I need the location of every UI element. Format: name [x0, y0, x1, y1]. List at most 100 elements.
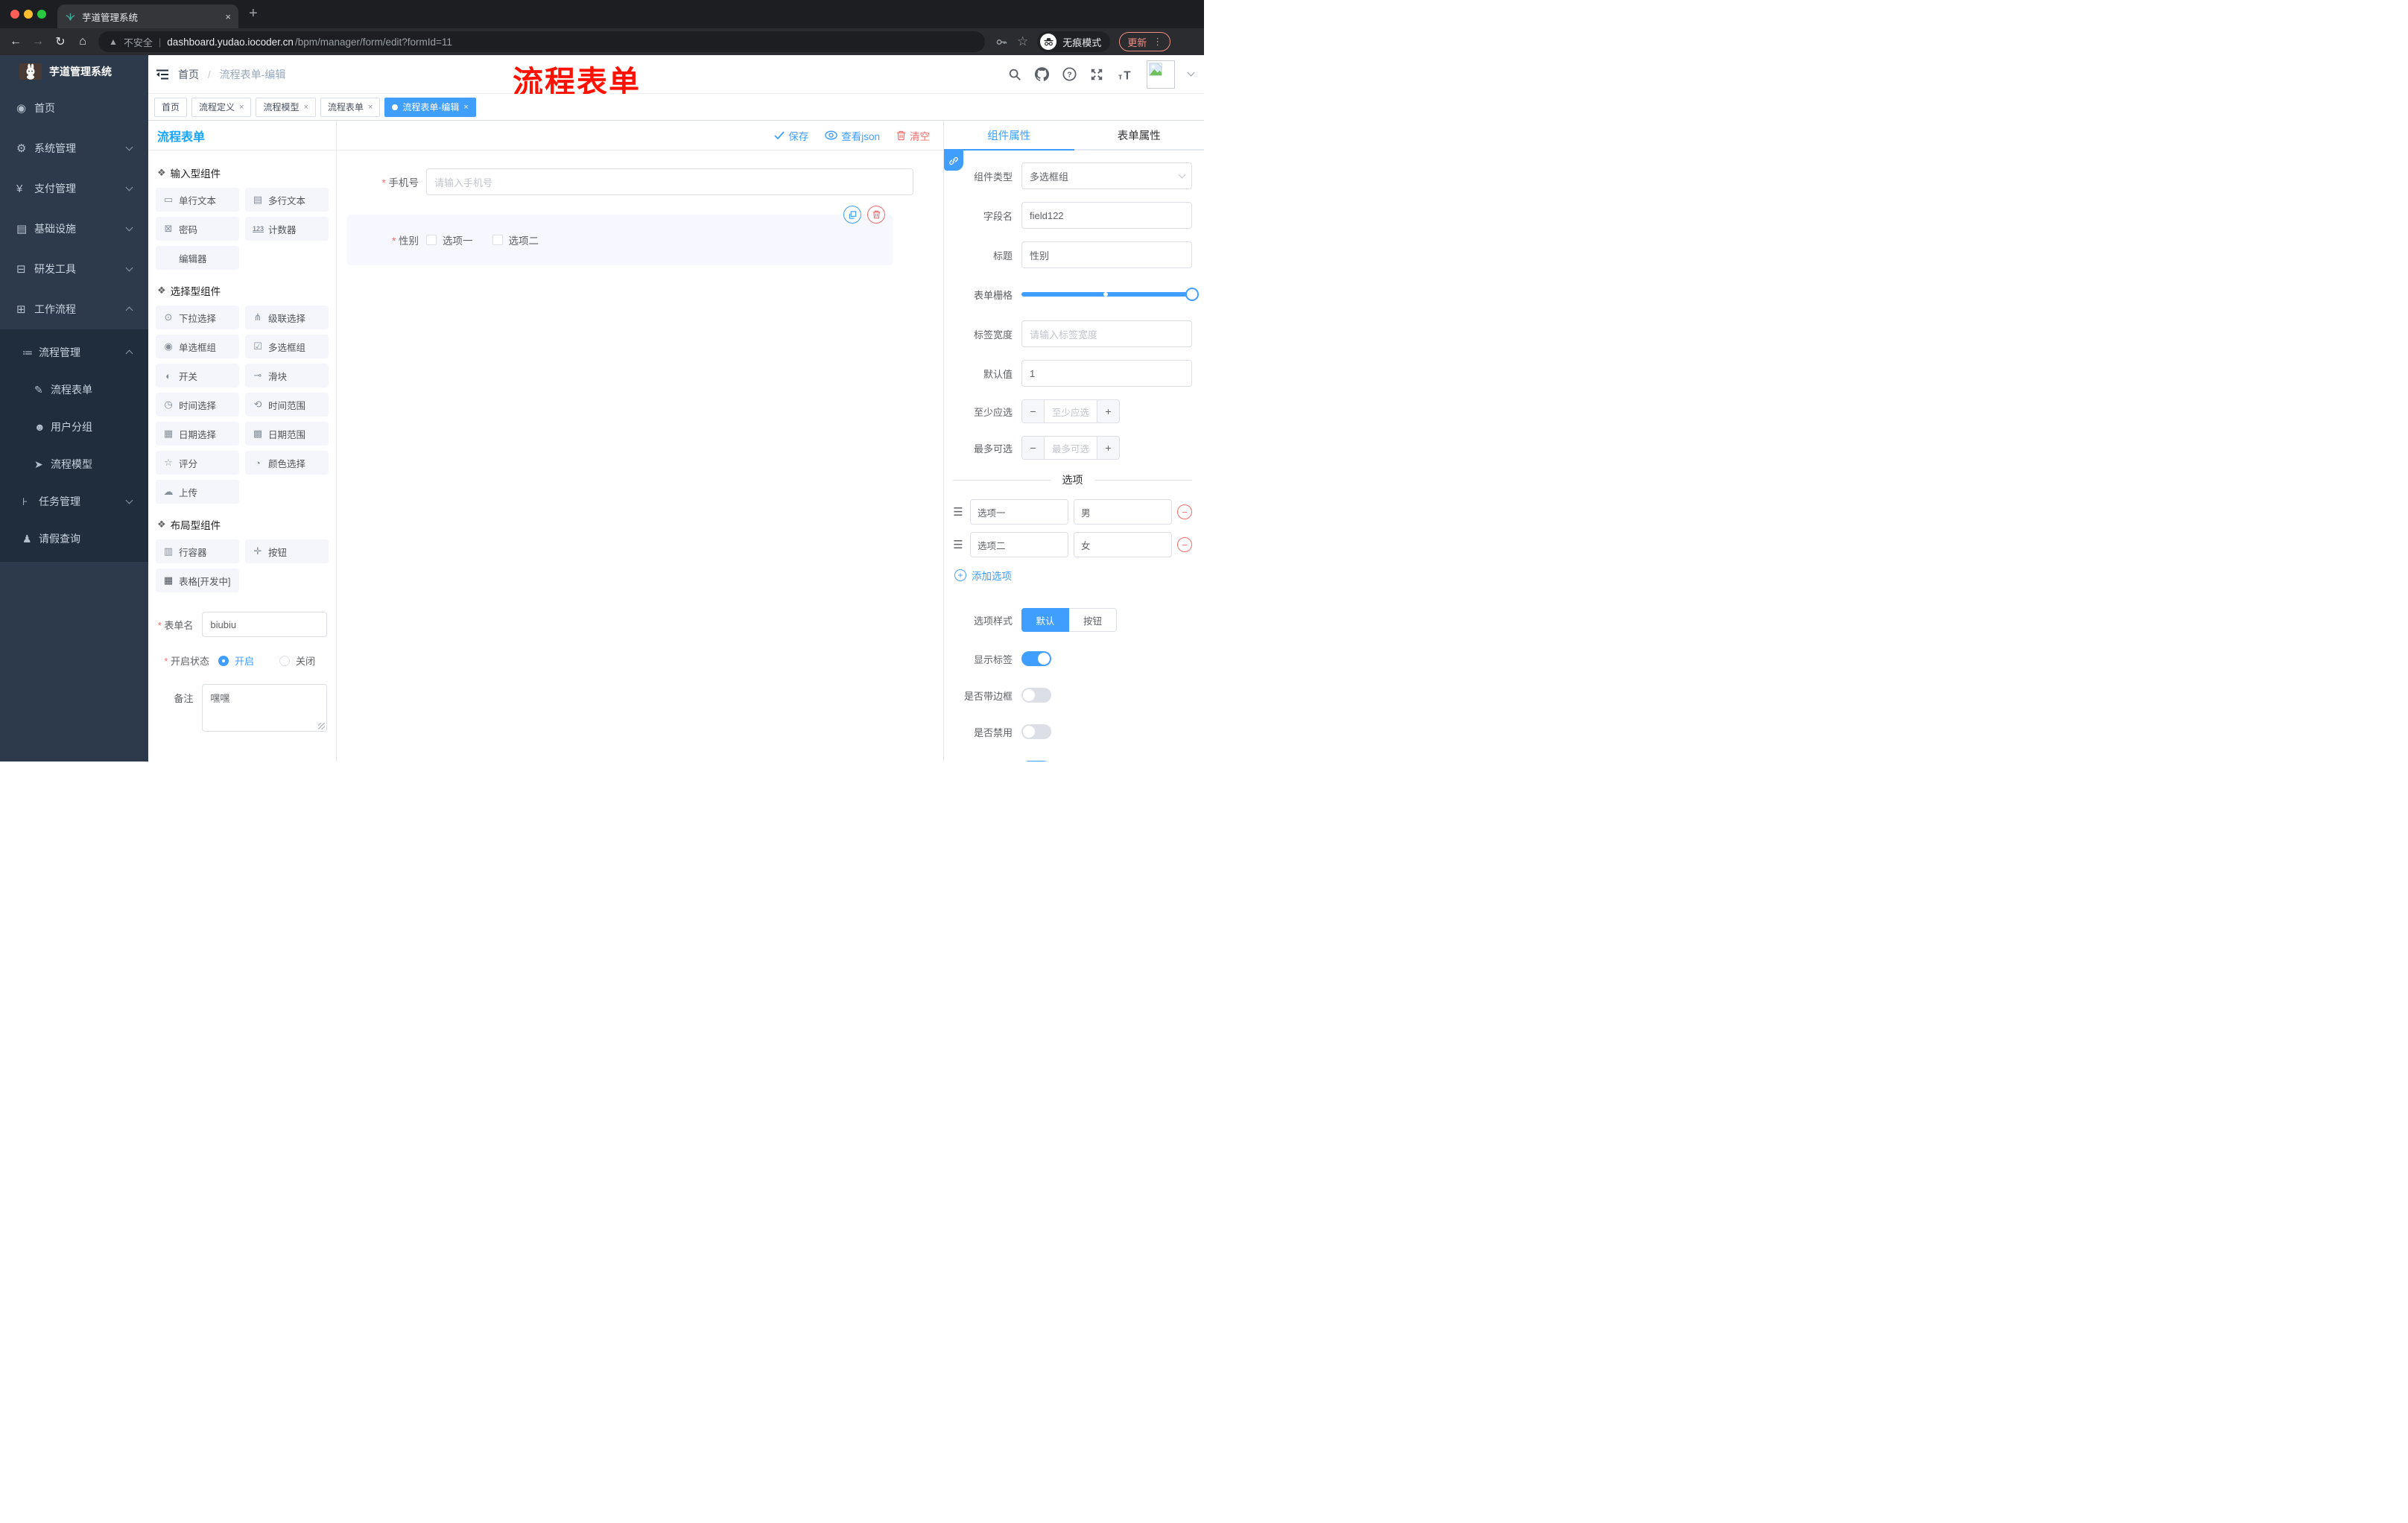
min-select-input[interactable]: 至少应选: [1045, 400, 1097, 422]
palette-item-textarea[interactable]: ▤ 多行文本: [245, 188, 329, 212]
form-name-input[interactable]: biubiu: [202, 612, 327, 637]
grid-slider[interactable]: [1021, 281, 1199, 308]
disabled-switch[interactable]: [1021, 724, 1051, 739]
tag-close-icon[interactable]: ×: [368, 103, 373, 112]
show-label-switch[interactable]: [1021, 651, 1051, 666]
sidebar-item-leave-query[interactable]: ♟ 请假查询: [0, 520, 148, 557]
tag-process-form[interactable]: 流程表单 ×: [320, 97, 381, 117]
reload-icon[interactable]: ↻: [49, 34, 72, 49]
style-default-button[interactable]: 默认: [1021, 608, 1069, 632]
window-minimize-button[interactable]: [24, 10, 33, 19]
browser-update-button[interactable]: 更新 ⋮: [1119, 32, 1171, 51]
browser-menu-kebab-icon[interactable]: ⋮: [1153, 36, 1162, 48]
clear-button[interactable]: 清空: [896, 128, 930, 143]
palette-item-switch[interactable]: ◐ 开关: [156, 364, 239, 387]
palette-item-radio-group[interactable]: ◉ 单选框组: [156, 335, 239, 358]
window-close-button[interactable]: [10, 10, 19, 19]
option-label-input[interactable]: 选项一: [970, 499, 1068, 525]
tab-form-props[interactable]: 表单属性: [1074, 121, 1205, 149]
sidebar-item-infra[interactable]: ▤ 基础设施: [0, 209, 148, 249]
sidebar-item-devtools[interactable]: ⊟ 研发工具: [0, 249, 148, 289]
sidebar-item-process-mgmt[interactable]: ≔ 流程管理: [0, 334, 148, 371]
max-select-input[interactable]: 最多可选: [1045, 437, 1097, 459]
component-type-select[interactable]: 多选框组: [1021, 162, 1192, 189]
default-value-input[interactable]: 1: [1021, 360, 1192, 387]
tag-process-model[interactable]: 流程模型 ×: [256, 97, 316, 117]
palette-item-upload[interactable]: ☁ 上传: [156, 480, 239, 504]
palette-item-table[interactable]: ▦ 表格[开发中]: [156, 569, 239, 592]
radio-off[interactable]: [279, 655, 291, 666]
phone-input[interactable]: 请输入手机号: [426, 168, 913, 195]
new-tab-button[interactable]: +: [249, 6, 258, 21]
field-name-input[interactable]: field122: [1021, 202, 1192, 229]
decrease-button[interactable]: −: [1022, 437, 1045, 459]
fullscreen-icon[interactable]: [1090, 68, 1103, 81]
security-label[interactable]: 不安全: [124, 35, 153, 49]
browser-tab[interactable]: 芋道管理系统 ×: [57, 4, 238, 28]
tag-close-icon[interactable]: ×: [239, 103, 244, 112]
palette-item-select[interactable]: ⊙ 下拉选择: [156, 305, 239, 329]
sidebar-item-system[interactable]: ⚙ 系统管理: [0, 128, 148, 168]
field-phone[interactable]: 手机号 请输入手机号: [358, 168, 913, 195]
with-border-switch[interactable]: [1021, 688, 1051, 703]
copy-field-button[interactable]: [843, 206, 861, 224]
view-json-button[interactable]: 查看json: [825, 128, 880, 143]
slider-track[interactable]: [1021, 288, 1199, 301]
sidebar-item-process-form[interactable]: ✎ 流程表单: [0, 371, 148, 408]
remove-option-button[interactable]: −: [1177, 537, 1192, 552]
label-width-input[interactable]: 请输入标签宽度: [1021, 320, 1192, 347]
palette-item-rate[interactable]: ☆ 评分: [156, 451, 239, 475]
address-bar[interactable]: ▲ 不安全 | dashboard.yudao.iocoder.cn/bpm/m…: [98, 31, 985, 52]
remove-option-button[interactable]: −: [1177, 504, 1192, 519]
increase-button[interactable]: +: [1097, 400, 1119, 422]
drag-handle-icon[interactable]: ☰: [951, 538, 965, 551]
help-icon[interactable]: ?: [1062, 67, 1077, 81]
palette-item-time-range[interactable]: ⟲ 时间范围: [245, 393, 329, 417]
forward-icon[interactable]: →: [27, 35, 49, 48]
form-remark-textarea[interactable]: 嘿嘿: [202, 684, 327, 732]
sidebar-item-workflow[interactable]: ⊞ 工作流程: [0, 289, 148, 329]
search-icon[interactable]: [1008, 68, 1021, 81]
key-icon[interactable]: [995, 36, 1008, 48]
window-zoom-button[interactable]: [37, 10, 46, 19]
avatar-caret-icon[interactable]: [1187, 69, 1195, 77]
increase-button[interactable]: +: [1097, 437, 1119, 459]
sidebar-item-process-model[interactable]: ➤ 流程模型: [0, 446, 148, 483]
sidebar-item-user-group[interactable]: ☻ 用户分组: [0, 408, 148, 446]
option-value-input[interactable]: 男: [1074, 499, 1172, 525]
field-gender-selected[interactable]: 性别 选项一 选项二: [347, 206, 893, 265]
sidebar-item-task-mgmt[interactable]: ⊦ 任务管理: [0, 483, 148, 520]
drag-handle-icon[interactable]: ☰: [951, 505, 965, 519]
palette-item-counter[interactable]: 123 计数器: [245, 217, 329, 241]
option-value-input[interactable]: 女: [1074, 532, 1172, 557]
back-icon[interactable]: ←: [4, 35, 27, 48]
option-label-input[interactable]: 选项二: [970, 532, 1068, 557]
palette-item-editor[interactable]: 编辑器: [156, 246, 239, 270]
tag-home[interactable]: 首页: [154, 97, 188, 117]
palette-item-date-picker[interactable]: ▦ 日期选择: [156, 422, 239, 446]
decrease-button[interactable]: −: [1022, 400, 1045, 422]
home-icon[interactable]: ⌂: [72, 35, 94, 48]
avatar[interactable]: [1147, 60, 1175, 89]
palette-item-single-text[interactable]: ▭ 单行文本: [156, 188, 239, 212]
font-size-icon[interactable]: т T: [1117, 68, 1133, 81]
tag-close-icon[interactable]: ×: [463, 103, 468, 112]
palette-item-password[interactable]: ⊠ 密码: [156, 217, 239, 241]
github-icon[interactable]: [1035, 67, 1049, 81]
radio-on-selected[interactable]: [218, 655, 229, 666]
slider-handle[interactable]: [1185, 288, 1199, 301]
checkbox-option1[interactable]: [426, 235, 437, 245]
palette-item-cascader[interactable]: ⋔ 级联选择: [245, 305, 329, 329]
palette-item-row-container[interactable]: ▥ 行容器: [156, 539, 239, 563]
tag-close-icon[interactable]: ×: [303, 103, 308, 112]
save-button[interactable]: 保存: [774, 128, 808, 143]
bookmark-star-icon[interactable]: ☆: [1017, 34, 1028, 49]
required-switch[interactable]: [1021, 761, 1051, 762]
checkbox-option2[interactable]: [492, 235, 503, 245]
sidebar-item-payment[interactable]: ¥ 支付管理: [0, 168, 148, 209]
palette-item-button[interactable]: ✛ 按钮: [245, 539, 329, 563]
tab-close-icon[interactable]: ×: [225, 11, 231, 22]
palette-item-time-picker[interactable]: ◷ 时间选择: [156, 393, 239, 417]
tag-process-form-edit[interactable]: 流程表单-编辑 ×: [384, 97, 476, 117]
sidebar-item-home[interactable]: ◉ 首页: [0, 88, 148, 128]
